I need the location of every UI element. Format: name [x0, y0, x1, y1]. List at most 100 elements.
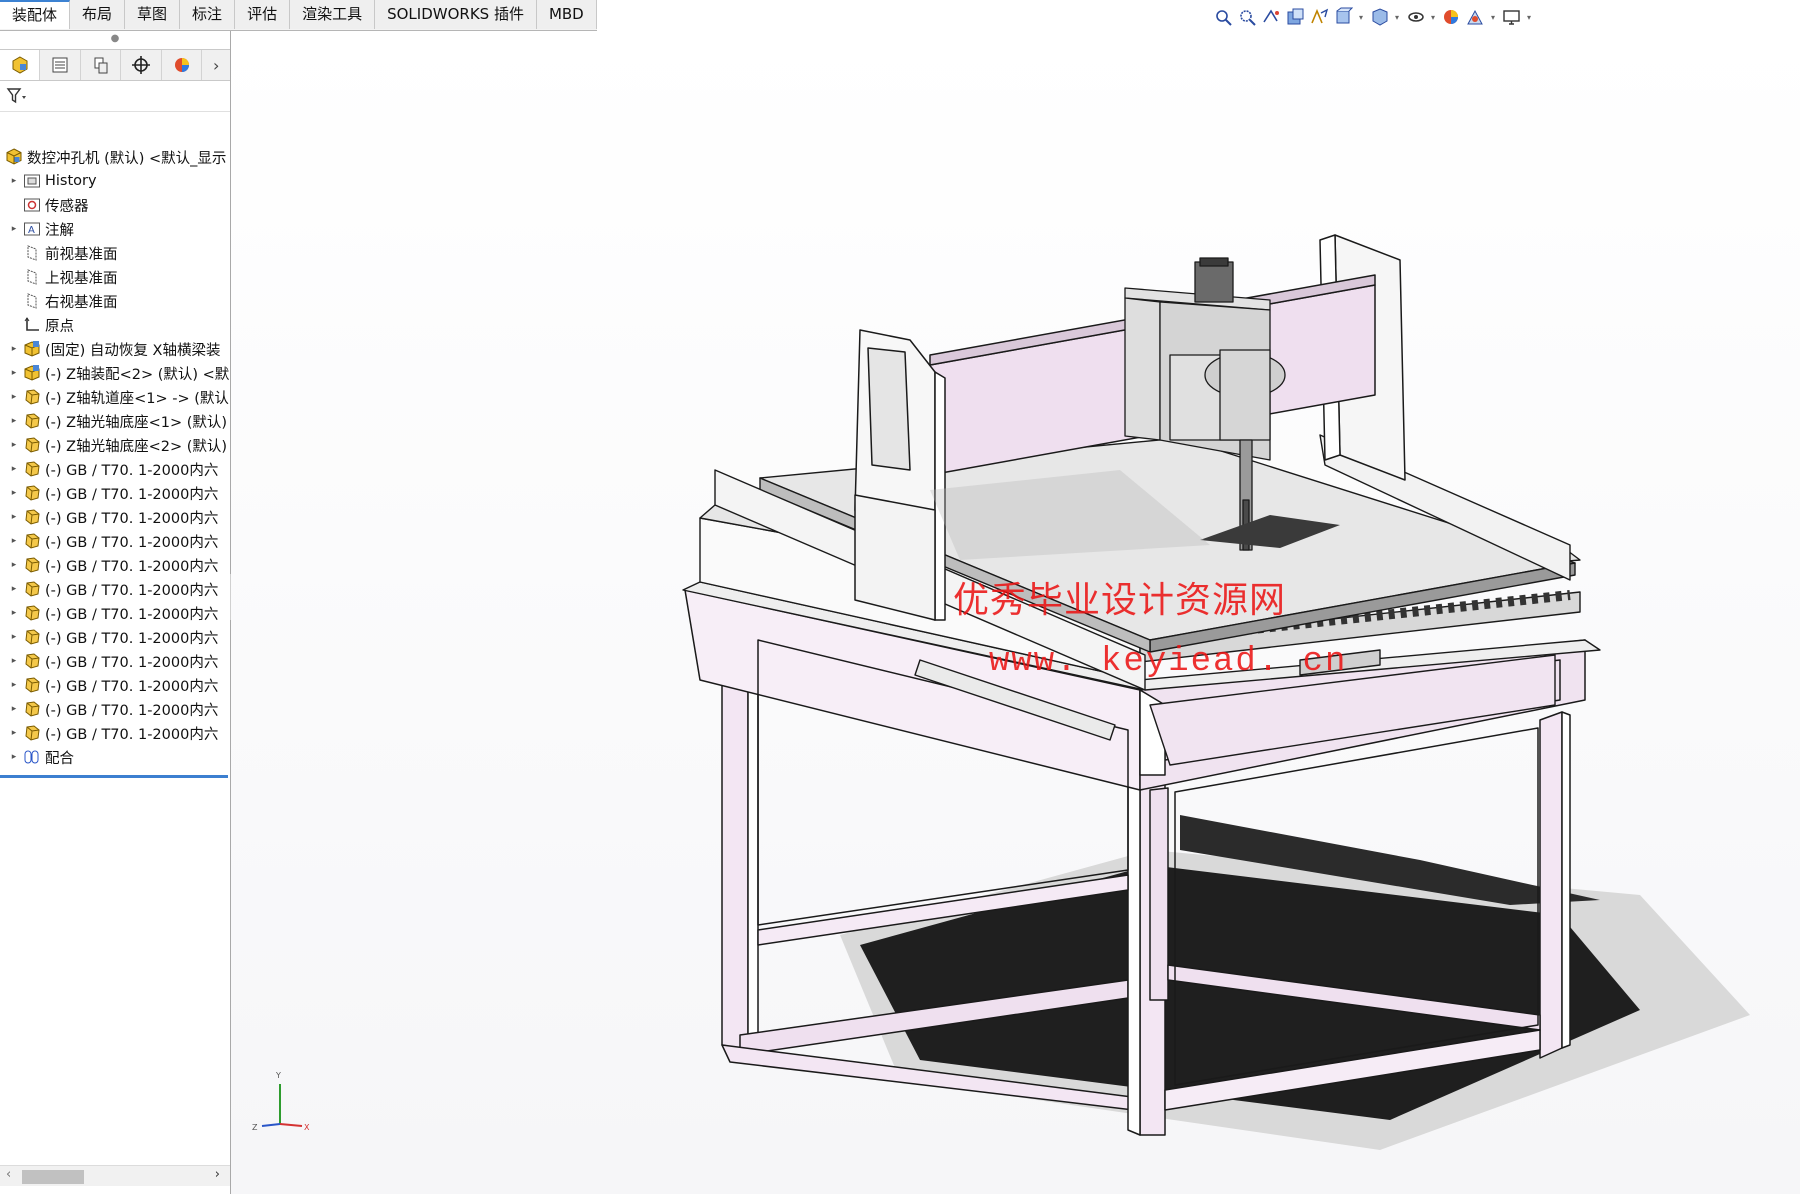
- property-manager-icon[interactable]: [40, 50, 81, 80]
- view-orientation-icon[interactable]: [1332, 6, 1354, 28]
- tree-item[interactable]: ▸ (-) GB / T70. 1-2000内六: [0, 481, 230, 505]
- reference-triad: Y X Z: [252, 1071, 310, 1132]
- tree-item[interactable]: ▸ (-) Z轴装配<2> (默认) <默: [0, 361, 230, 385]
- history-folder-icon: [23, 172, 41, 190]
- part-icon: [23, 436, 41, 454]
- filter-icon[interactable]: [6, 87, 28, 105]
- tree-item[interactable]: ▸ (-) GB / T70. 1-2000内六: [0, 529, 230, 553]
- tab-7[interactable]: MBD: [536, 0, 597, 29]
- expand-arrow-icon[interactable]: ▸: [8, 392, 20, 402]
- tab-5[interactable]: 渲染工具: [290, 0, 376, 29]
- tree-item-label: (-) GB / T70. 1-2000内六: [45, 558, 219, 575]
- tree-item[interactable]: ▸ 配合: [0, 745, 230, 769]
- expand-arrow-icon[interactable]: ▸: [8, 512, 20, 522]
- tab-4[interactable]: 评估: [235, 0, 291, 29]
- tab-6[interactable]: SOLIDWORKS 插件: [375, 0, 537, 29]
- expand-arrow-icon[interactable]: ▸: [8, 488, 20, 498]
- expand-arrow-icon[interactable]: ▸: [8, 176, 20, 186]
- scroll-right-icon[interactable]: ›: [215, 1167, 220, 1182]
- tab-0[interactable]: 装配体: [0, 0, 71, 29]
- more-tabs-chevron-icon[interactable]: ›: [202, 50, 230, 80]
- display-manager-icon[interactable]: [162, 50, 203, 80]
- previous-view-icon[interactable]: [1260, 6, 1282, 28]
- expand-arrow-icon[interactable]: ▸: [8, 584, 20, 594]
- tree-item[interactable]: ▸右视基准面: [0, 289, 230, 313]
- graphics-area[interactable]: 优秀毕业设计资源网 www. keyiead. cn: [231, 31, 1800, 1194]
- part-icon: [23, 484, 41, 502]
- expand-arrow-icon[interactable]: ▸: [8, 656, 20, 666]
- tree-item[interactable]: ▸ (-) GB / T70. 1-2000内六: [0, 625, 230, 649]
- expand-arrow-icon[interactable]: ▸: [8, 440, 20, 450]
- zoom-to-fit-icon[interactable]: [1212, 6, 1234, 28]
- tree-item[interactable]: ▸ (-) GB / T70. 1-2000内六: [0, 649, 230, 673]
- scrollbar-thumb[interactable]: [22, 1170, 84, 1184]
- tree-item[interactable]: ▸ (-) GB / T70. 1-2000内六: [0, 673, 230, 697]
- tree-item[interactable]: ▸ (-) GB / T70. 1-2000内六: [0, 505, 230, 529]
- tree-item-label: (-) Z轴装配<2> (默认) <默: [45, 366, 230, 383]
- tree-item[interactable]: ▸ (-) GB / T70. 1-2000内六: [0, 721, 230, 745]
- zoom-to-area-icon[interactable]: [1236, 6, 1258, 28]
- part-icon: [23, 604, 41, 622]
- expand-arrow-icon[interactable]: ▸: [8, 752, 20, 762]
- tree-item[interactable]: ▸ (固定) 自动恢复 X轴横梁装: [0, 337, 230, 361]
- tree-filter[interactable]: [0, 81, 230, 112]
- expand-arrow-icon[interactable]: ▸: [8, 608, 20, 618]
- hide-show-icon[interactable]: [1404, 6, 1426, 28]
- tree-item-label: (-) GB / T70. 1-2000内六: [45, 678, 219, 695]
- tree-item[interactable]: ▸ A 注解: [0, 217, 230, 241]
- tab-2[interactable]: 草图: [125, 0, 181, 29]
- tree-item[interactable]: ▸ (-) GB / T70. 1-2000内六: [0, 601, 230, 625]
- tree-root-assembly[interactable]: 数控冲孔机 (默认) <默认_显示: [0, 145, 230, 169]
- scroll-left-icon[interactable]: ‹: [6, 1167, 11, 1182]
- expand-arrow-icon[interactable]: ▸: [8, 416, 20, 426]
- tree-item-label: (-) GB / T70. 1-2000内六: [45, 654, 219, 671]
- expand-arrow-icon[interactable]: ▸: [8, 728, 20, 738]
- expand-arrow-icon[interactable]: ▸: [8, 464, 20, 474]
- expand-arrow-icon[interactable]: ▸: [8, 344, 20, 354]
- tree-item[interactable]: ▸ (-) GB / T70. 1-2000内六: [0, 457, 230, 481]
- dropdown-arrow-icon[interactable]: ▾: [1428, 6, 1438, 28]
- expand-arrow-icon[interactable]: ▸: [8, 536, 20, 546]
- section-view-icon[interactable]: [1284, 6, 1306, 28]
- tree-item[interactable]: ▸前视基准面: [0, 241, 230, 265]
- configuration-manager-icon[interactable]: [81, 50, 122, 80]
- tab-1[interactable]: 布局: [70, 0, 126, 29]
- dropdown-arrow-icon[interactable]: ▾: [1488, 6, 1498, 28]
- expand-arrow-icon[interactable]: ▸: [8, 224, 20, 234]
- tree-item[interactable]: ▸ (-) GB / T70. 1-2000内六: [0, 553, 230, 577]
- apply-scene-icon[interactable]: [1464, 6, 1486, 28]
- rollback-bar[interactable]: [0, 775, 228, 778]
- panel-grip[interactable]: ●: [0, 31, 230, 49]
- dropdown-arrow-icon[interactable]: ▾: [1392, 6, 1402, 28]
- tree-item[interactable]: ▸ (-) Z轴光轴底座<2> (默认): [0, 433, 230, 457]
- dimxpert-manager-icon[interactable]: [121, 50, 162, 80]
- tab-3[interactable]: 标注: [180, 0, 236, 29]
- triad-z-axis: [261, 1123, 281, 1127]
- mates-folder-icon: [23, 748, 41, 766]
- horizontal-scrollbar[interactable]: ‹ ›: [0, 1165, 230, 1186]
- plane-icon: [23, 268, 41, 286]
- part-icon: [23, 412, 41, 430]
- dropdown-arrow-icon[interactable]: ▾: [1356, 6, 1366, 28]
- tree-item[interactable]: ▸ (-) Z轴轨道座<1> -> (默认: [0, 385, 230, 409]
- tree-item[interactable]: ▸原点: [0, 313, 230, 337]
- part-icon: [23, 556, 41, 574]
- edit-appearance-icon[interactable]: [1440, 6, 1462, 28]
- view-settings-icon[interactable]: [1500, 6, 1522, 28]
- display-style-icon[interactable]: [1368, 6, 1390, 28]
- tree-item[interactable]: ▸ (-) GB / T70. 1-2000内六: [0, 577, 230, 601]
- dropdown-arrow-icon[interactable]: ▾: [1524, 6, 1534, 28]
- expand-arrow-icon[interactable]: ▸: [8, 704, 20, 714]
- tree-item[interactable]: ▸ (-) Z轴光轴底座<1> (默认): [0, 409, 230, 433]
- tree-item[interactable]: ▸上视基准面: [0, 265, 230, 289]
- expand-arrow-icon[interactable]: ▸: [8, 560, 20, 570]
- expand-arrow-icon[interactable]: ▸: [8, 632, 20, 642]
- tree-item[interactable]: ▸ History: [0, 169, 230, 193]
- expand-arrow-icon[interactable]: ▸: [8, 680, 20, 690]
- feature-manager-icon[interactable]: [0, 50, 41, 80]
- tree-item[interactable]: ▸ (-) GB / T70. 1-2000内六: [0, 697, 230, 721]
- expand-arrow-icon[interactable]: ▸: [8, 368, 20, 378]
- dynamic-annotation-icon[interactable]: [1308, 6, 1330, 28]
- tree-item[interactable]: ▸传感器: [0, 193, 230, 217]
- tree-item-label: (-) GB / T70. 1-2000内六: [45, 630, 219, 647]
